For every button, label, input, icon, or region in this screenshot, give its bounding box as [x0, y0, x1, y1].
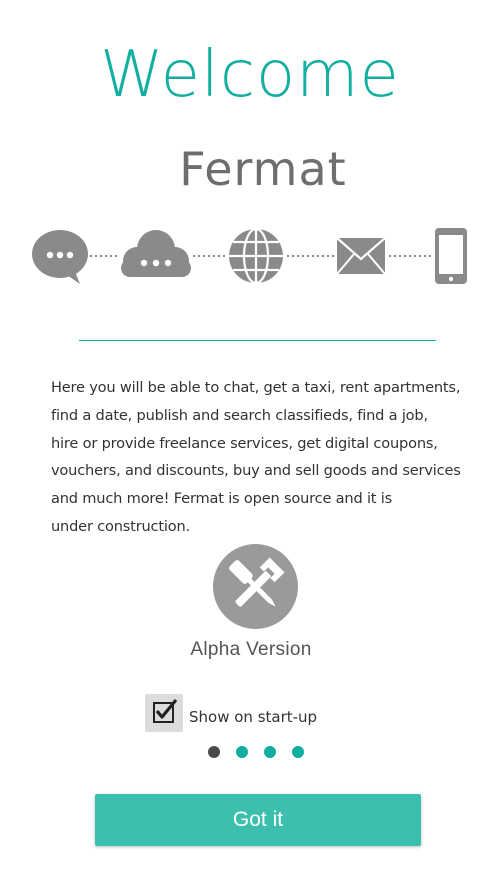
description-line: vouchers, and discounts, buy and sell go…	[51, 462, 461, 480]
show-on-startup-checkbox[interactable]	[145, 694, 183, 732]
feature-icons-row	[30, 225, 470, 287]
version-label: Alpha Version	[190, 639, 312, 660]
cloud-icon	[121, 230, 191, 277]
envelope-icon	[336, 237, 386, 275]
page-dot[interactable]	[292, 746, 304, 758]
page-dot-active[interactable]	[208, 746, 220, 758]
description-line: find a date, publish and search classifi…	[51, 406, 428, 424]
welcome-title: Welcome	[100, 38, 400, 112]
description-line: under construction.	[51, 517, 190, 535]
app-description: Here you will be able to chat, get a tax…	[51, 374, 471, 541]
description-line: hire or provide freelance services, get …	[51, 434, 438, 452]
tools-icon	[213, 544, 298, 629]
description-line: Here you will be able to chat, get a tax…	[51, 379, 461, 396]
page-dot[interactable]	[236, 746, 248, 758]
chat-bubble-icon	[32, 230, 88, 284]
show-on-startup-label[interactable]: Show on start-up	[189, 708, 317, 726]
globe-icon	[229, 227, 283, 285]
page-dot[interactable]	[264, 746, 276, 758]
app-name: Fermat	[179, 142, 347, 196]
page-indicator	[208, 746, 312, 758]
smartphone-icon	[435, 228, 467, 284]
got-it-button[interactable]: Got it	[95, 794, 421, 846]
checkmark-icon	[153, 698, 178, 723]
section-divider	[79, 340, 436, 341]
description-line: and much more! Fermat is open source and…	[51, 490, 393, 508]
